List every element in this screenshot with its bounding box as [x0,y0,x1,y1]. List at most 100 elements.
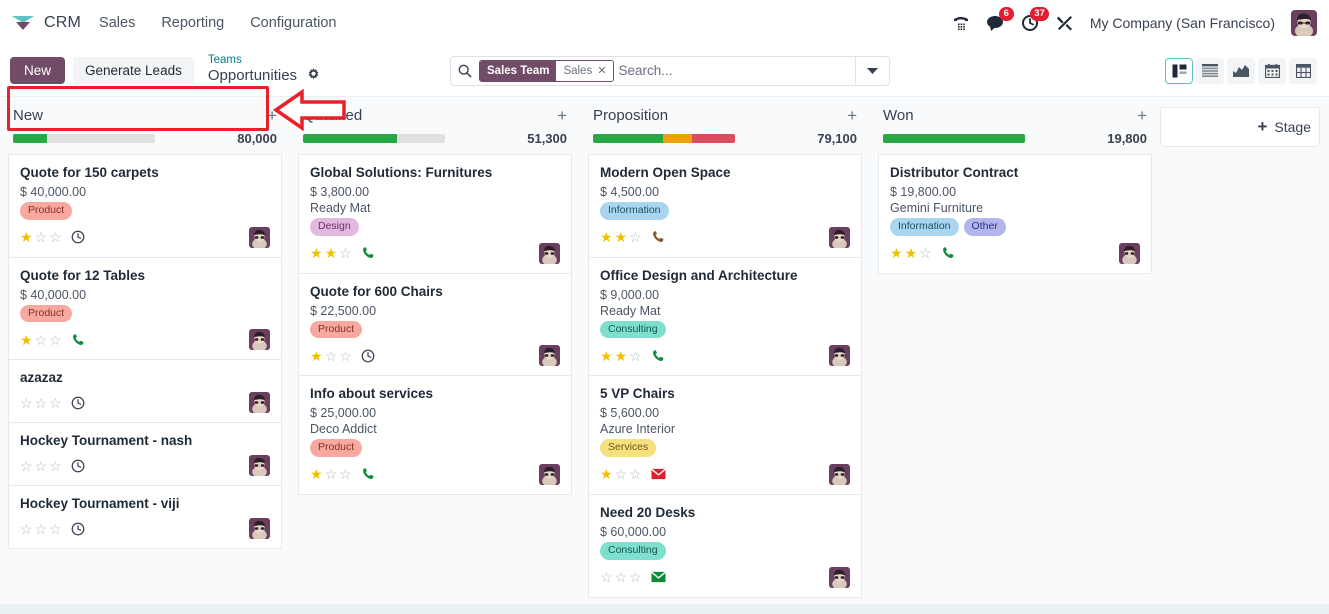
view-calendar[interactable] [1258,57,1286,84]
envelope-icon[interactable] [651,571,666,583]
view-pivot[interactable] [1289,57,1317,84]
star-3[interactable]: ☆ [49,522,62,536]
nav-reporting[interactable]: Reporting [159,11,226,35]
kanban-card[interactable]: Hockey Tournament - viji ☆ ☆ ☆ [8,486,282,550]
card-tag[interactable]: Design [310,218,359,236]
star-3[interactable]: ☆ [49,459,62,473]
clock-icon[interactable] [71,396,85,410]
star-1[interactable]: ★ [600,230,613,244]
settings-tools-icon[interactable] [1056,14,1074,32]
card-assignee-avatar[interactable] [539,463,560,485]
star-2[interactable]: ☆ [615,467,628,481]
view-graph[interactable] [1227,57,1255,84]
card-priority-stars[interactable]: ☆ ☆ ☆ [20,522,62,536]
generate-leads-button[interactable]: Generate Leads [73,56,194,84]
card-assignee-avatar[interactable] [829,463,850,485]
facet-remove-icon[interactable]: ✕ [597,64,609,77]
star-1[interactable]: ★ [20,333,33,347]
card-priority-stars[interactable]: ★ ☆ ☆ [600,467,642,481]
star-2[interactable]: ☆ [325,467,338,481]
star-3[interactable]: ☆ [629,349,642,363]
nav-configuration[interactable]: Configuration [248,11,338,35]
card-tag[interactable]: Product [310,320,363,339]
star-1[interactable]: ★ [600,467,613,481]
column-progressbar[interactable] [303,134,445,143]
search-dropdown-toggle[interactable] [855,56,889,85]
card-priority-stars[interactable]: ★ ★ ☆ [890,246,932,260]
kanban-card[interactable]: Quote for 12 Tables $ 40,000.00 Product … [8,257,282,361]
star-1[interactable]: ★ [310,349,323,363]
star-3[interactable]: ☆ [919,246,932,260]
card-assignee-avatar[interactable] [1119,242,1140,264]
star-2[interactable]: ☆ [325,349,338,363]
card-assignee-avatar[interactable] [249,518,270,540]
kanban-card[interactable]: Info about services $ 25,000.00 Deco Add… [298,376,572,495]
star-1[interactable]: ☆ [20,459,33,473]
kanban-card[interactable]: Quote for 150 carpets $ 40,000.00 Produc… [8,154,282,258]
card-priority-stars[interactable]: ★ ☆ ☆ [310,467,352,481]
search-facet-sales-team[interactable]: Sales Team Sales ✕ [479,59,615,82]
kanban-card[interactable]: Distributor Contract $ 19,800.00 Gemini … [878,154,1152,274]
star-2[interactable]: ☆ [35,396,48,410]
voip-phone-icon[interactable] [952,14,970,32]
column-add-card-button[interactable]: + [1137,107,1147,124]
card-assignee-avatar[interactable] [249,329,270,351]
column-progressbar[interactable] [593,134,735,143]
card-tag[interactable]: Services [600,439,657,457]
star-3[interactable]: ☆ [629,230,642,244]
search-bar[interactable]: Sales Team Sales ✕ [450,55,890,86]
card-assignee-avatar[interactable] [829,226,850,248]
star-1[interactable]: ★ [890,246,903,260]
card-tag[interactable]: Information [890,218,959,236]
view-kanban[interactable] [1165,57,1193,84]
card-tag[interactable]: Product [310,439,363,457]
company-name[interactable]: My Company (San Francisco) [1090,15,1275,31]
messages-icon[interactable]: 6 [986,6,1014,32]
kanban-card[interactable]: azazaz ☆ ☆ ☆ [8,360,282,424]
column-add-card-button[interactable]: + [267,107,277,124]
user-avatar[interactable] [1291,9,1317,36]
clock-icon[interactable] [361,349,375,363]
star-2[interactable]: ★ [615,230,628,244]
star-1[interactable]: ★ [20,230,33,244]
phone-icon[interactable] [651,349,665,363]
star-3[interactable]: ☆ [339,246,352,260]
column-add-card-button[interactable]: + [557,107,567,124]
add-stage-button[interactable]: + Stage [1160,107,1320,147]
breadcrumb-teams[interactable]: Teams [208,54,320,67]
progress-segment-green[interactable] [13,134,48,143]
card-tag[interactable]: Product [20,202,73,220]
star-2[interactable]: ☆ [615,570,628,584]
progress-segment-red[interactable] [692,134,735,143]
star-3[interactable]: ☆ [629,570,642,584]
kanban-card[interactable]: Need 20 Desks $ 60,000.00 Consulting ☆ ☆… [588,494,862,598]
star-3[interactable]: ☆ [629,467,642,481]
card-priority-stars[interactable]: ☆ ☆ ☆ [20,396,62,410]
kanban-card[interactable]: 5 VP Chairs $ 5,600.00 Azure Interior Se… [588,376,862,495]
column-add-card-button[interactable]: + [847,107,857,124]
star-3[interactable]: ☆ [49,230,62,244]
card-assignee-avatar[interactable] [539,345,560,367]
clock-icon[interactable] [71,459,85,473]
card-assignee-avatar[interactable] [539,242,560,264]
phone-icon[interactable] [71,333,85,347]
card-priority-stars[interactable]: ☆ ☆ ☆ [20,459,62,473]
card-tag[interactable]: Other [963,218,1006,236]
nav-sales[interactable]: Sales [97,11,137,35]
card-priority-stars[interactable]: ★ ★ ☆ [600,349,642,363]
card-priority-stars[interactable]: ★ ★ ☆ [310,246,352,260]
star-2[interactable]: ★ [325,246,338,260]
star-3[interactable]: ☆ [339,467,352,481]
view-list[interactable] [1196,57,1224,84]
star-1[interactable]: ☆ [600,570,613,584]
card-tag[interactable]: Information [600,202,669,220]
new-button[interactable]: New [10,56,66,84]
star-2[interactable]: ★ [615,349,628,363]
column-progressbar[interactable] [13,134,155,143]
clock-icon[interactable] [71,522,85,536]
kanban-card[interactable]: Hockey Tournament - nash ☆ ☆ ☆ [8,423,282,487]
card-assignee-avatar[interactable] [249,455,270,477]
card-tag[interactable]: Product [20,304,73,323]
star-2[interactable]: ☆ [35,333,48,347]
kanban-card[interactable]: Modern Open Space $ 4,500.00 Information… [588,154,862,258]
